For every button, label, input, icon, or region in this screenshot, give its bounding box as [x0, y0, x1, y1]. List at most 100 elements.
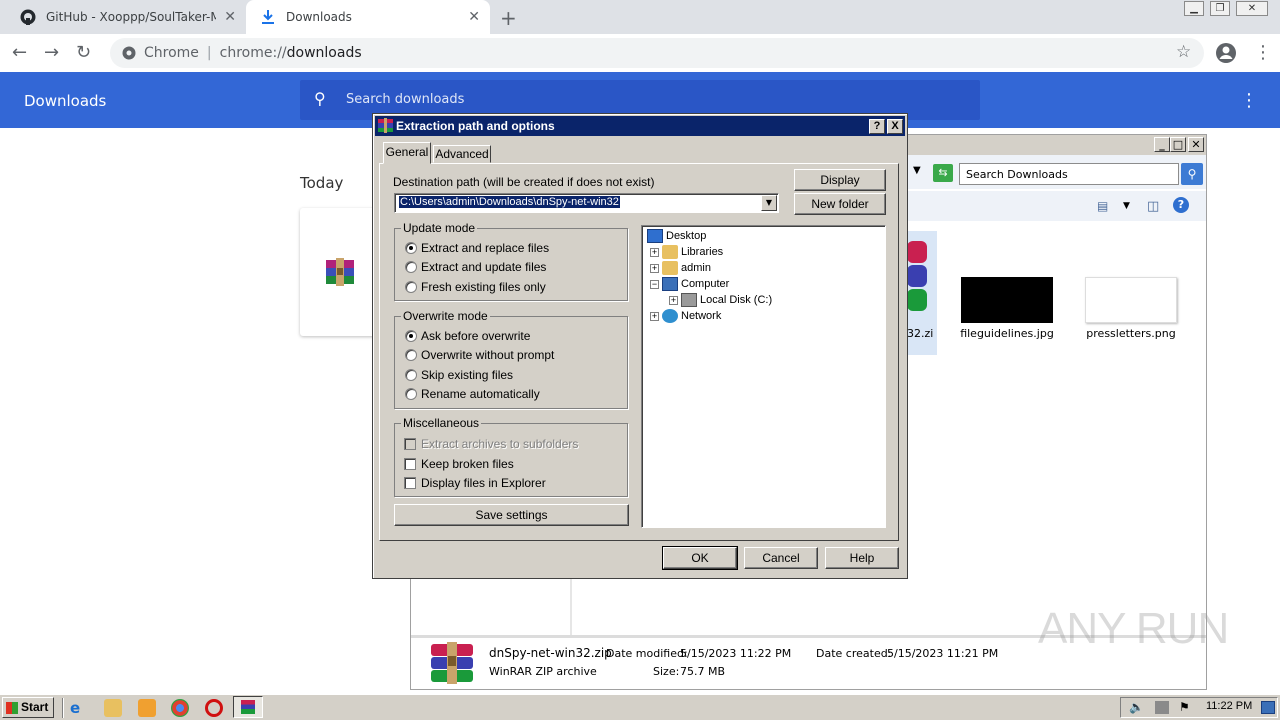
file-name: pressletters.png: [1086, 327, 1176, 340]
radio-extract-update[interactable]: [405, 261, 417, 273]
computer-icon: [662, 277, 678, 291]
forward-button[interactable]: →: [44, 42, 59, 63]
explorer-search-input[interactable]: Search Downloads: [959, 163, 1179, 185]
file-item-selected[interactable]: 32.zi: [907, 231, 937, 355]
checkbox-display-explorer[interactable]: [404, 477, 416, 489]
destination-label: Destination path (will be created if doe…: [393, 175, 655, 189]
checkbox-label: Extract archives to subfolders: [421, 437, 579, 451]
winrar-taskbar-button[interactable]: [233, 696, 263, 718]
collapse-icon[interactable]: −: [650, 279, 659, 289]
close-window-button[interactable]: ✕: [1188, 137, 1204, 152]
tab-advanced[interactable]: Advanced: [433, 145, 491, 163]
chevron-down-icon[interactable]: ▼: [1123, 201, 1130, 211]
github-icon: [20, 9, 36, 25]
winrar-archive-icon: [907, 241, 927, 311]
tree-item-admin[interactable]: + admin: [650, 261, 711, 275]
folder-icon[interactable]: [104, 699, 122, 717]
tab-general[interactable]: General: [383, 142, 431, 164]
image-thumbnail: [1085, 277, 1177, 323]
dialog-title: Extraction path and options: [396, 119, 555, 133]
start-button[interactable]: Start: [2, 697, 54, 718]
libraries-icon: [662, 245, 678, 259]
windows-logo-icon: [6, 702, 18, 714]
file-name: 32.zi: [907, 327, 934, 340]
search-placeholder: Search downloads: [346, 92, 465, 107]
profile-avatar-icon[interactable]: [1215, 42, 1237, 64]
checkbox-extract-subfolders: [404, 438, 416, 450]
start-label: Start: [21, 700, 49, 714]
tree-item-computer[interactable]: − Computer: [650, 277, 729, 291]
ok-button[interactable]: OK: [662, 546, 738, 570]
radio-overwrite-without[interactable]: [405, 349, 417, 361]
dialog-close-button[interactable]: X: [887, 119, 903, 134]
preview-pane-icon[interactable]: ◫: [1147, 199, 1159, 214]
opera-icon[interactable]: [205, 699, 223, 717]
refresh-icon[interactable]: ⇆: [933, 164, 953, 182]
winrar-icon: [378, 118, 393, 133]
restore-button[interactable]: ❐: [1210, 1, 1230, 16]
tab-title: Downloads: [286, 10, 352, 24]
tree-item-libraries[interactable]: + Libraries: [650, 245, 723, 259]
group-title: Update mode: [401, 221, 478, 235]
radio-rename-auto[interactable]: [405, 388, 417, 400]
tab-github[interactable]: GitHub - Xooppp/SoulTaker-Multitool ✕: [8, 0, 246, 34]
new-folder-button[interactable]: New folder: [794, 193, 886, 215]
winrar-icon: [241, 700, 255, 714]
expand-icon[interactable]: +: [669, 295, 678, 305]
destination-path-combobox[interactable]: C:\Users\admin\Downloads\dnSpy-net-win32…: [394, 193, 779, 213]
address-path: downloads: [286, 45, 362, 61]
winrar-archive-icon: [431, 642, 473, 684]
radio-skip-existing[interactable]: [405, 369, 417, 381]
downloads-menu-icon[interactable]: ⋮: [1240, 90, 1258, 111]
view-icon[interactable]: ▤: [1097, 199, 1108, 213]
expand-icon[interactable]: +: [650, 311, 659, 321]
tree-item-network[interactable]: + Network: [650, 309, 721, 323]
folder-tree[interactable]: Desktop + Libraries + admin − Computer +…: [641, 225, 886, 528]
detail-modified-value: 5/15/2023 11:22 PM: [680, 647, 792, 660]
cancel-button[interactable]: Cancel: [744, 547, 818, 569]
search-icon[interactable]: ⚲: [1181, 163, 1203, 185]
radio-ask-before[interactable]: [405, 330, 417, 342]
help-button[interactable]: Help: [825, 547, 899, 569]
checkbox-keep-broken[interactable]: [404, 458, 416, 470]
address-bar[interactable]: Chrome | chrome:// downloads: [110, 38, 1204, 68]
new-tab-button[interactable]: +: [500, 6, 517, 30]
expand-icon[interactable]: +: [650, 247, 659, 257]
chrome-taskbar-icon[interactable]: [171, 699, 189, 717]
tab-title: GitHub - Xooppp/SoulTaker-Multitool: [46, 10, 216, 24]
watermark-text: ANY RUN: [1038, 604, 1229, 653]
close-window-button[interactable]: ✕: [1236, 1, 1268, 16]
speaker-icon[interactable]: 🔈: [1129, 700, 1144, 714]
save-settings-button[interactable]: Save settings: [394, 504, 629, 526]
minimize-button[interactable]: ▁: [1184, 1, 1204, 16]
detail-modified-label: Date modified:: [606, 647, 688, 660]
address-scheme: Chrome: [144, 45, 199, 61]
media-player-icon[interactable]: [138, 699, 156, 717]
tree-item-desktop[interactable]: Desktop: [647, 229, 706, 243]
help-icon[interactable]: ?: [1173, 197, 1189, 213]
close-icon[interactable]: ✕: [468, 9, 480, 25]
show-desktop-icon[interactable]: [1261, 701, 1275, 714]
maximize-button[interactable]: □: [1170, 137, 1186, 152]
back-button[interactable]: ←: [12, 42, 27, 63]
page-title: Downloads: [24, 92, 107, 110]
reload-button[interactable]: ↻: [76, 42, 91, 63]
radio-extract-replace[interactable]: [405, 242, 417, 254]
flag-icon[interactable]: ⚑: [1179, 700, 1190, 714]
bookmark-star-icon[interactable]: ☆: [1176, 42, 1191, 62]
display-button[interactable]: Display: [794, 169, 886, 191]
download-icon: [262, 10, 274, 24]
chevron-down-icon[interactable]: ▼: [761, 195, 777, 211]
close-icon[interactable]: ✕: [224, 9, 236, 25]
radio-fresh-existing[interactable]: [405, 281, 417, 293]
dialog-help-button[interactable]: ?: [869, 119, 885, 134]
expand-icon[interactable]: +: [650, 263, 659, 273]
tab-downloads[interactable]: Downloads ✕: [246, 0, 490, 34]
tree-item-local-disk[interactable]: + Local Disk (C:): [669, 293, 772, 307]
minimize-button[interactable]: _: [1154, 137, 1170, 152]
ie-icon[interactable]: e: [70, 699, 88, 717]
network-tray-icon[interactable]: [1155, 701, 1169, 714]
destination-path-value: C:\Users\admin\Downloads\dnSpy-net-win32: [399, 196, 620, 208]
browser-menu-icon[interactable]: ⋮: [1254, 42, 1272, 63]
chevron-down-icon[interactable]: ▼: [913, 165, 921, 176]
